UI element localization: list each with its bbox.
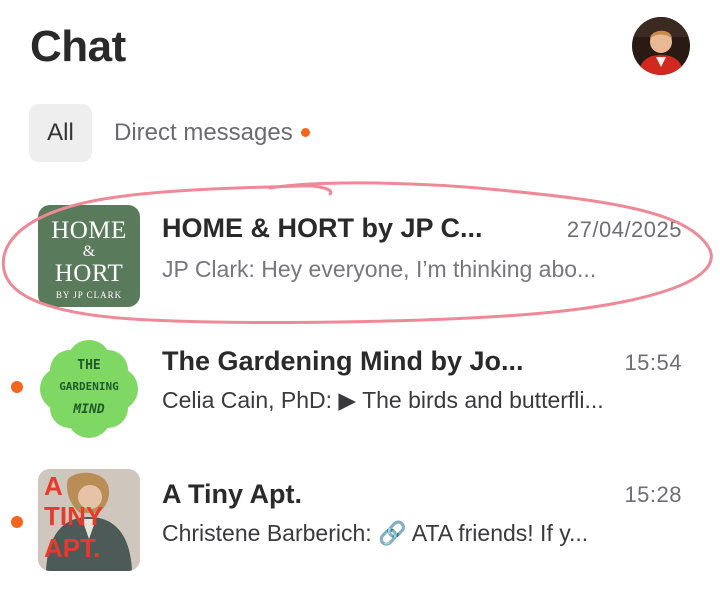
thumb-text-a: A	[44, 471, 63, 501]
chat-timestamp: 15:28	[624, 482, 682, 507]
chat-thumbnail-gardening-mind: THE GARDENING MIND	[38, 338, 140, 440]
profile-avatar[interactable]	[632, 17, 690, 75]
chat-thumbnail-home-hort: HOME & HORT BY JP CLARK	[38, 205, 140, 307]
page-title: Chat	[30, 22, 126, 71]
chat-title: The Gardening Mind by Jo...	[162, 346, 524, 376]
tab-all[interactable]: All	[29, 104, 92, 162]
unread-indicator-dot	[11, 516, 23, 528]
chat-row-home-hort[interactable]: HOME & HORT BY JP CLARK HOME & HORT by J…	[0, 205, 720, 309]
chat-preview: Celia Cain, PhD: ▶ The birds and butterf…	[162, 387, 604, 413]
filter-tabs: All Direct messages	[29, 104, 310, 162]
tab-direct-messages[interactable]: Direct messages	[114, 119, 310, 147]
chat-title: HOME & HORT by JP C...	[162, 213, 483, 243]
thumb-text-apt: APT.	[44, 533, 101, 563]
avatar-image	[632, 17, 690, 75]
thumb-text-home: HOME	[51, 217, 127, 244]
unread-indicator-dot	[11, 381, 23, 393]
thumb-text-byline: BY JP CLARK	[55, 290, 123, 300]
thumb-text-amp: &	[82, 243, 96, 260]
thumb-text-mind: MIND	[73, 402, 105, 417]
chat-timestamp: 27/04/2025	[566, 217, 682, 242]
unread-indicator-dot	[300, 127, 310, 137]
chat-title: A Tiny Apt.	[162, 479, 302, 509]
thumb-text-hort: HORT	[54, 260, 124, 287]
thumb-text-gardening: GARDENING	[59, 380, 119, 393]
thumb-text-the: THE	[77, 358, 101, 373]
chat-row-gardening-mind[interactable]: THE GARDENING MIND The Gardening Mind by…	[0, 338, 720, 442]
chat-row-a-tiny-apt[interactable]: A TINY APT. A Tiny Apt. 15:28 Christene …	[0, 469, 720, 573]
chat-preview: JP Clark: Hey everyone, I’m thinking abo…	[162, 256, 597, 282]
chat-preview: Christene Barberich: 🔗 ATA friends! If y…	[162, 520, 589, 546]
thumb-text-tiny: TINY	[44, 501, 104, 531]
tab-direct-messages-label: Direct messages	[114, 119, 293, 146]
chat-thumbnail-a-tiny-apt: A TINY APT.	[38, 469, 140, 571]
chat-timestamp: 15:54	[624, 350, 682, 375]
